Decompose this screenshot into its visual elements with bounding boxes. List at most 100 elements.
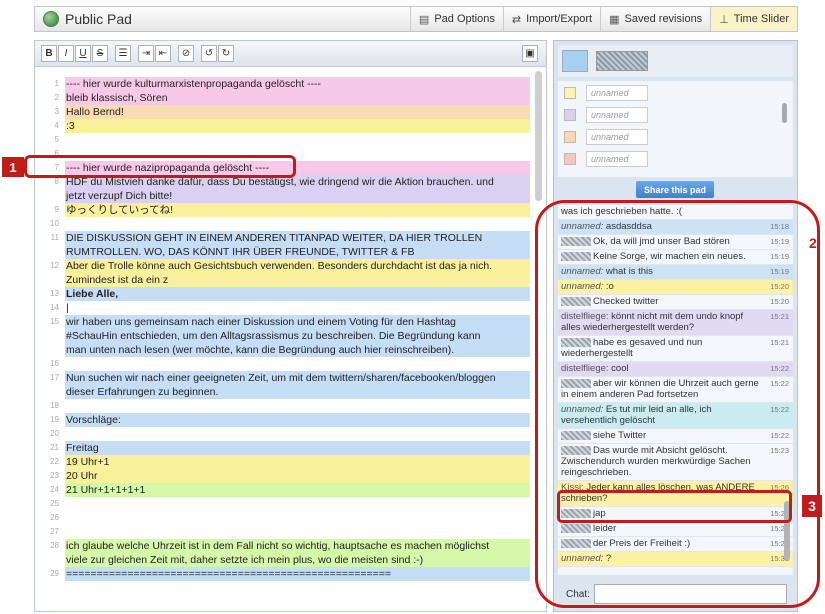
line-text[interactable]: 21 Uhr+1+1+1+1 xyxy=(65,483,530,497)
editor-line[interactable]: jetzt verzupf Dich bitte! xyxy=(35,189,530,203)
editor-line[interactable]: 23 20 Uhr xyxy=(35,469,530,483)
user-color-swatch xyxy=(564,87,576,99)
line-text[interactable] xyxy=(65,217,530,231)
line-text[interactable]: dieser Erfahrungen zu beginnen. xyxy=(65,385,530,399)
editor-line[interactable]: 1 ---- hier wurde kulturmarxistenpropagan… xyxy=(35,77,530,91)
line-text[interactable] xyxy=(65,511,530,525)
editor-scrollbar[interactable] xyxy=(535,71,542,201)
line-text[interactable]: ゆっくりしていってね! xyxy=(65,203,530,217)
editor-text[interactable]: 1 ---- hier wurde kulturmarxistenpropagan… xyxy=(35,77,530,581)
line-text[interactable] xyxy=(65,497,530,511)
line-text[interactable]: viele zur gleichen Zeit mit, daher setzt… xyxy=(65,553,530,567)
line-text[interactable] xyxy=(65,357,530,371)
editor-line[interactable]: 29 ======================================… xyxy=(35,567,530,581)
editor-line[interactable]: 28 ich glaube welche Uhrzeit ist in dem F… xyxy=(35,539,530,553)
line-text[interactable] xyxy=(65,525,530,539)
line-text[interactable]: #SchauHin entschieden, um den Alltagsras… xyxy=(65,329,530,343)
line-text[interactable]: RUMTROLLEN. WO, DAS KÖNNT IHR ÜBER FREUN… xyxy=(65,245,530,259)
editor-line[interactable]: #SchauHin entschieden, um den Alltagsras… xyxy=(35,329,530,343)
line-text[interactable]: :3 xyxy=(65,119,530,133)
editor-line[interactable]: Zumindest ist da ein z xyxy=(35,273,530,287)
user-name[interactable]: unnamed xyxy=(586,107,648,123)
indent-button[interactable]: ⇥ xyxy=(138,45,154,62)
strikethrough-button[interactable]: S xyxy=(92,45,108,62)
line-text[interactable] xyxy=(65,399,530,413)
user-name[interactable]: unnamed xyxy=(586,151,648,167)
editor-line[interactable]: 3 Hallo Bernd! xyxy=(35,105,530,119)
underline-button[interactable]: U xyxy=(75,45,91,62)
editor-line[interactable]: 2 bleib klassisch, Sören xyxy=(35,91,530,105)
editor-line[interactable]: 18 xyxy=(35,399,530,413)
line-number: 20 xyxy=(50,429,59,438)
editor-line[interactable]: 22 19 Uhr+1 xyxy=(35,455,530,469)
editor-line[interactable]: 20 xyxy=(35,427,530,441)
user-name[interactable]: unnamed xyxy=(586,85,648,101)
my-color-swatch[interactable] xyxy=(562,50,588,72)
bold-button[interactable]: B xyxy=(41,45,57,62)
line-text[interactable]: Zumindest ist da ein z xyxy=(65,273,530,287)
editor-line[interactable]: 17 Nun suchen wir nach einer geeigneten Z… xyxy=(35,371,530,385)
line-text[interactable]: | xyxy=(65,301,530,315)
editor-line[interactable]: 13 Liebe Alle, xyxy=(35,287,530,301)
saved-revisions-icon: ▦ xyxy=(609,13,620,26)
editor-line[interactable]: 5 xyxy=(35,133,530,147)
editor-line[interactable]: man unten nach lesen (wer möchte, kann d… xyxy=(35,343,530,357)
line-text[interactable]: ---- hier wurde kulturmarxistenpropagand… xyxy=(65,77,530,91)
editor-line[interactable]: dieser Erfahrungen zu beginnen. xyxy=(35,385,530,399)
my-name-field[interactable] xyxy=(596,51,648,71)
line-text[interactable]: 19 Uhr+1 xyxy=(65,455,530,469)
import-export-button[interactable]: ⇄ Import/Export xyxy=(502,7,600,31)
line-number: 3 xyxy=(54,107,59,116)
outdent-button[interactable]: ⇤ xyxy=(155,45,171,62)
editor-line[interactable]: 11 DIE DISKUSSION GEHT IN EINEM ANDEREN T… xyxy=(35,231,530,245)
line-text[interactable]: Aber die Trolle könne auch Gesichtsbuch … xyxy=(65,259,530,273)
line-text[interactable]: 20 Uhr xyxy=(65,469,530,483)
editor-line[interactable]: 26 xyxy=(35,511,530,525)
editor-line[interactable]: 15 wir haben uns gemeinsam nach einer Dis… xyxy=(35,315,530,329)
line-text[interactable]: DIE DISKUSSION GEHT IN EINEM ANDEREN TIT… xyxy=(65,231,530,245)
redo-button[interactable]: ↻ xyxy=(218,45,234,62)
user-name[interactable]: unnamed xyxy=(586,129,648,145)
line-text[interactable]: Liebe Alle, xyxy=(65,287,530,301)
undo-button[interactable]: ↺ xyxy=(201,45,217,62)
editor-line[interactable]: 14 | xyxy=(35,301,530,315)
line-number: 13 xyxy=(50,289,59,298)
line-text[interactable]: man unten nach lesen (wer möchte, kann d… xyxy=(65,343,530,357)
line-text[interactable]: ich glaube welche Uhrzeit ist in dem Fal… xyxy=(65,539,530,553)
editor-line[interactable]: RUMTROLLEN. WO, DAS KÖNNT IHR ÜBER FREUN… xyxy=(35,245,530,259)
editor-line[interactable]: viele zur gleichen Zeit mit, daher setzt… xyxy=(35,553,530,567)
user-list-scrollbar[interactable] xyxy=(782,103,787,123)
clear-authorship-button[interactable]: ⊘ xyxy=(178,45,194,62)
line-text[interactable]: jetzt verzupf Dich bitte! xyxy=(65,189,530,203)
user-list: unnamed unnamed unnamed unnamed xyxy=(558,81,793,177)
editor-line[interactable]: 9 ゆっくりしていってね! xyxy=(35,203,530,217)
editor-line[interactable]: 21 Freitag xyxy=(35,441,530,455)
pad-options-button[interactable]: ▤ Pad Options xyxy=(409,7,503,31)
line-text[interactable]: bleib klassisch, Sören xyxy=(65,91,530,105)
save-revision-button[interactable]: ▣ xyxy=(522,45,538,62)
editor-line[interactable]: 10 xyxy=(35,217,530,231)
line-text[interactable]: wir haben uns gemeinsam nach einer Disku… xyxy=(65,315,530,329)
bullet-list-button[interactable]: ☰ xyxy=(115,45,131,62)
editor-line[interactable]: 27 xyxy=(35,525,530,539)
line-text[interactable]: Vorschläge: xyxy=(65,413,530,427)
file-icon: ▤ xyxy=(418,13,430,26)
line-number xyxy=(35,329,65,343)
italic-button[interactable]: I xyxy=(58,45,74,62)
editor-panel: B I U S ☰ ⇥ ⇤ ⊘ ↺ ↻ ▣ 1 ---- hier wurde k… xyxy=(34,40,547,612)
saved-revisions-button[interactable]: ▦ Saved revisions xyxy=(600,7,710,31)
time-slider-button[interactable]: ⊥ Time Slider xyxy=(710,7,797,31)
editor-line[interactable]: 16 xyxy=(35,357,530,371)
editor-line[interactable]: 19 Vorschläge: xyxy=(35,413,530,427)
line-text[interactable] xyxy=(65,427,530,441)
line-text[interactable] xyxy=(65,133,530,147)
line-text[interactable]: ========================================… xyxy=(65,567,530,581)
line-text[interactable]: Hallo Bernd! xyxy=(65,105,530,119)
editor-line[interactable]: 4:3 xyxy=(35,119,530,133)
line-text[interactable]: Nun suchen wir nach einer geeigneten Zei… xyxy=(65,371,530,385)
line-text[interactable]: Freitag xyxy=(65,441,530,455)
editor-line[interactable]: 24 21 Uhr+1+1+1+1 xyxy=(35,483,530,497)
share-pad-button[interactable]: Share this pad xyxy=(636,181,714,198)
editor-line[interactable]: 12 Aber die Trolle könne auch Gesichtsbuc… xyxy=(35,259,530,273)
editor-line[interactable]: 25 xyxy=(35,497,530,511)
